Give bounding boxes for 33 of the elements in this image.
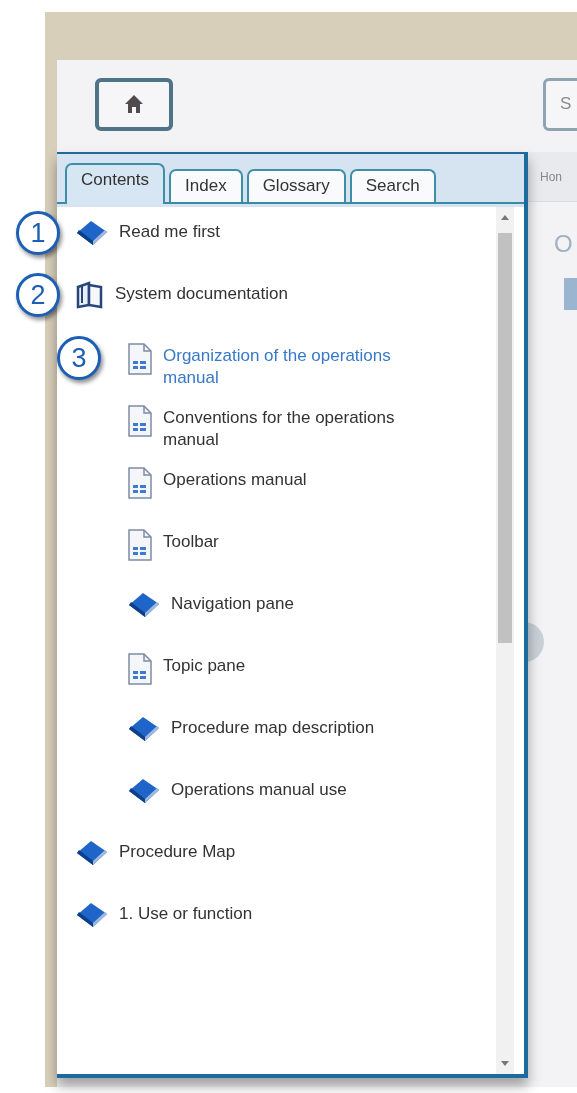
tab[interactable]: Search — [349, 168, 436, 202]
open-book-icon — [75, 281, 105, 309]
tree-item[interactable]: Operations manual — [127, 467, 496, 529]
page-icon — [127, 467, 153, 499]
tree-item[interactable]: Conventions for the operations manual — [127, 405, 496, 467]
book-icon — [75, 901, 109, 929]
callout-number: 2 — [16, 273, 60, 317]
callout-number: 1 — [16, 211, 60, 255]
search-field[interactable]: S — [543, 77, 577, 131]
tree-item[interactable]: Toolbar — [127, 529, 496, 591]
tab[interactable]: Glossary — [246, 168, 346, 202]
tab[interactable]: Contents — [65, 162, 166, 204]
tree-item[interactable]: Procedure Map — [75, 839, 496, 901]
page-icon — [127, 343, 153, 375]
tree-item[interactable]: Procedure map description — [127, 715, 496, 777]
tree-item[interactable]: Navigation pane — [127, 591, 496, 653]
tree-item[interactable]: 1. Use or function — [75, 901, 496, 963]
book-icon — [127, 591, 161, 619]
tree-item[interactable]: Topic pane — [127, 653, 496, 715]
page-icon — [127, 653, 153, 685]
book-icon — [127, 777, 161, 805]
callout-number: 3 — [57, 336, 101, 380]
home-icon — [124, 94, 144, 114]
home-button[interactable] — [95, 77, 173, 131]
scrollbar[interactable] — [496, 207, 514, 1074]
page-icon — [127, 405, 153, 437]
book-icon — [75, 839, 109, 867]
tree-item[interactable]: Operations manual use — [127, 777, 496, 839]
book-icon — [75, 219, 109, 247]
topic-heading: O — [554, 232, 574, 256]
page-icon — [127, 529, 153, 561]
book-icon — [127, 715, 161, 743]
tab[interactable]: Index — [169, 168, 243, 202]
